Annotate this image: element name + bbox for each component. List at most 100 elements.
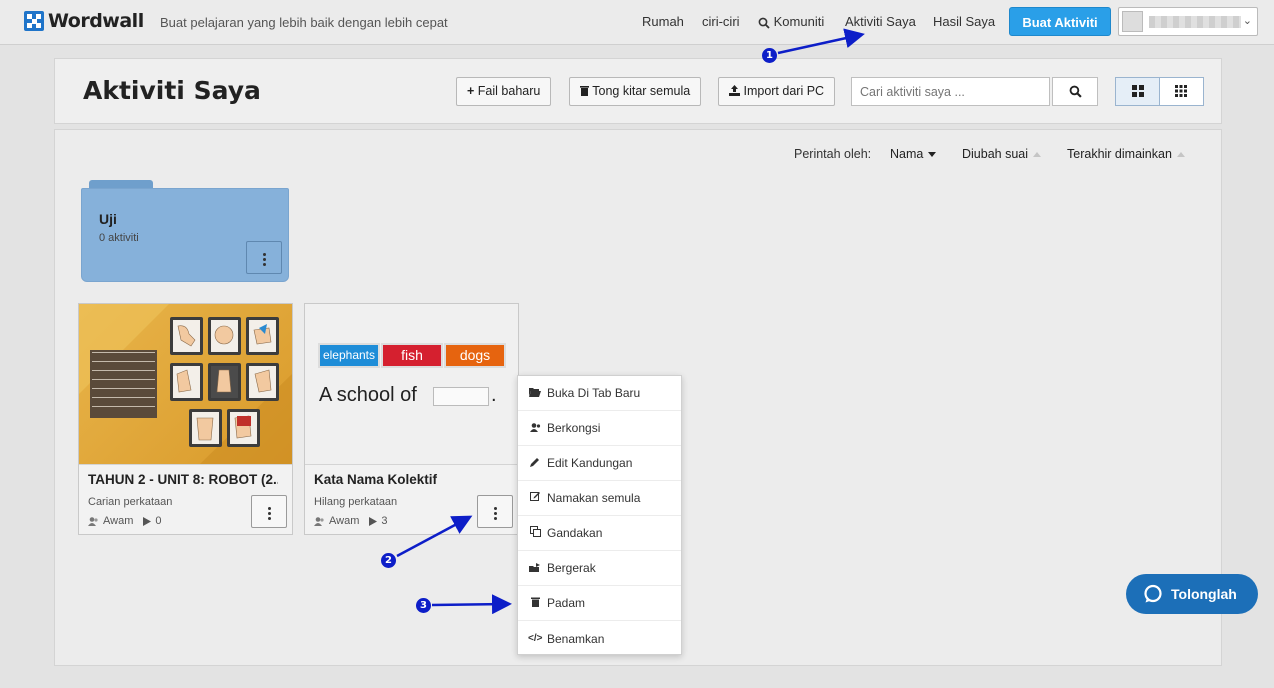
search-button[interactable] [1052,77,1098,106]
play-icon [369,516,378,526]
activity-title[interactable]: TAHUN 2 - UNIT 8: ROBOT (2... [88,472,278,487]
large-grid-view-button[interactable] [1116,78,1160,105]
menu-rename[interactable]: Namakan semula [518,481,681,516]
activity-options-button[interactable] [251,495,287,528]
grid-large-icon [1132,85,1144,97]
nav-home[interactable]: Rumah [642,14,684,29]
activity-context-menu: Buka Di Tab Baru Berkongsi Edit Kandunga… [517,375,682,655]
caret-down-icon [928,152,937,158]
new-folder-button[interactable]: + Fail baharu [456,77,552,106]
activity-thumbnail: elephants fish dogs A school of . [305,304,518,465]
folder-body: Uji 0 aktiviti [81,188,289,282]
sort-name-label: Nama [890,147,924,161]
thumb-sentence-end: . [491,384,497,406]
activity-thumbnail [79,304,292,465]
trash-icon [528,596,542,610]
menu-duplicate-label: Gandakan [547,526,603,540]
user-share-icon [528,421,542,435]
recycle-bin-button[interactable]: Tong kitar semula [569,77,702,106]
page-header: Aktiviti Saya + Fail baharu Tong kitar s… [54,58,1222,124]
user-icon [314,516,324,526]
small-grid-view-button[interactable] [1160,78,1203,105]
search-input[interactable] [851,77,1050,106]
visibility-label: Awam [329,515,360,527]
import-button[interactable]: Import dari PC [718,77,836,106]
menu-edit-content-label: Edit Kandungan [547,456,633,470]
move-icon [528,561,542,575]
search-icon [758,17,770,29]
folder-count: 0 aktiviti [99,232,139,244]
copy-icon [528,526,542,540]
nav-my-results[interactable]: Hasil Saya [933,14,995,29]
help-button[interactable]: Tolonglah [1126,574,1258,614]
folder-options-button[interactable] [246,241,282,274]
upload-icon [729,85,740,96]
play-count: 0 [155,515,162,527]
menu-edit-content[interactable]: Edit Kandungan [518,446,681,481]
chevron-down-icon: ⌄ [1242,15,1252,27]
menu-embed-label: Benamkan [547,631,605,646]
activity-options-button[interactable] [477,495,513,528]
annotation-marker-2: 2 [381,553,396,568]
user-menu[interactable]: ⌄ [1118,7,1258,36]
sort-by-name[interactable]: Nama [890,147,937,161]
new-folder-label: Fail baharu [477,84,541,98]
annotation-marker-1: 1 [762,48,777,63]
menu-delete-label: Padam [547,596,586,610]
play-count: 3 [381,515,388,527]
sort-last-played-label: Terakhir dimainkan [1067,147,1172,161]
menu-share[interactable]: Berkongsi [518,411,681,446]
caret-up-icon [1033,152,1042,158]
view-toggle [1115,77,1204,106]
create-activity-button[interactable]: Buat Aktiviti [1009,7,1111,36]
sort-label: Perintah oleh: [794,147,872,161]
nav-community[interactable]: Komuniti [758,14,824,29]
logo-text: Wordwall [48,10,144,32]
menu-delete[interactable]: Padam [518,586,681,621]
thumb-word-fish: fish [381,343,443,368]
thumb-word-elephants: elephants [318,343,380,368]
activity-type: Hilang perkataan [314,496,398,508]
menu-duplicate[interactable]: Gandakan [518,516,681,551]
search-icon [1069,85,1082,98]
menu-move-label: Bergerak [547,561,596,575]
wordwall-logo[interactable]: Wordwall [24,10,144,32]
user-icon [88,516,98,526]
activity-card[interactable]: TAHUN 2 - UNIT 8: ROBOT (2... Carian per… [78,303,293,535]
thumb-word-dogs: dogs [444,343,506,368]
caret-up-icon [1176,152,1185,158]
user-name-redacted [1149,16,1241,28]
folder-name: Uji [99,211,117,227]
plus-icon: + [467,84,475,98]
trash-icon [580,86,589,96]
nav-my-activities[interactable]: Aktiviti Saya [845,14,916,29]
menu-share-label: Berkongsi [547,421,601,435]
chat-bubble-icon [1144,584,1162,603]
grid-small-icon [1175,85,1187,97]
activity-title[interactable]: Kata Nama Kolektif [314,472,504,487]
wordsearch-thumbnail-image [79,304,292,464]
activity-meta: Awam 0 [88,515,162,527]
annotation-marker-3: 3 [416,598,431,613]
menu-open-new-tab-label: Buka Di Tab Baru [547,386,641,400]
menu-open-new-tab[interactable]: Buka Di Tab Baru [518,376,681,411]
tagline: Buat pelajaran yang lebih baik dengan le… [160,15,448,30]
activity-meta: Awam 3 [314,515,388,527]
activity-card[interactable]: elephants fish dogs A school of . Kata N… [304,303,519,535]
menu-move[interactable]: Bergerak [518,551,681,586]
visibility-label: Awam [103,515,134,527]
activity-type: Carian perkataan [88,496,173,508]
thumb-sentence-start: A school of [319,384,417,406]
menu-embed[interactable]: </> Benamkan [518,621,681,656]
folder-card[interactable]: Uji 0 aktiviti [81,180,289,282]
play-icon [143,516,152,526]
page-title: Aktiviti Saya [83,76,261,105]
sort-by-last-played[interactable]: Terakhir dimainkan [1067,147,1185,161]
edit-box-icon [528,491,542,505]
sort-by-modified[interactable]: Diubah suai [962,147,1042,161]
menu-rename-label: Namakan semula [547,491,641,505]
pencil-icon [528,456,542,470]
code-icon: </> [528,633,543,644]
folder-open-icon [528,386,542,400]
nav-features[interactable]: ciri-ciri [702,14,740,29]
